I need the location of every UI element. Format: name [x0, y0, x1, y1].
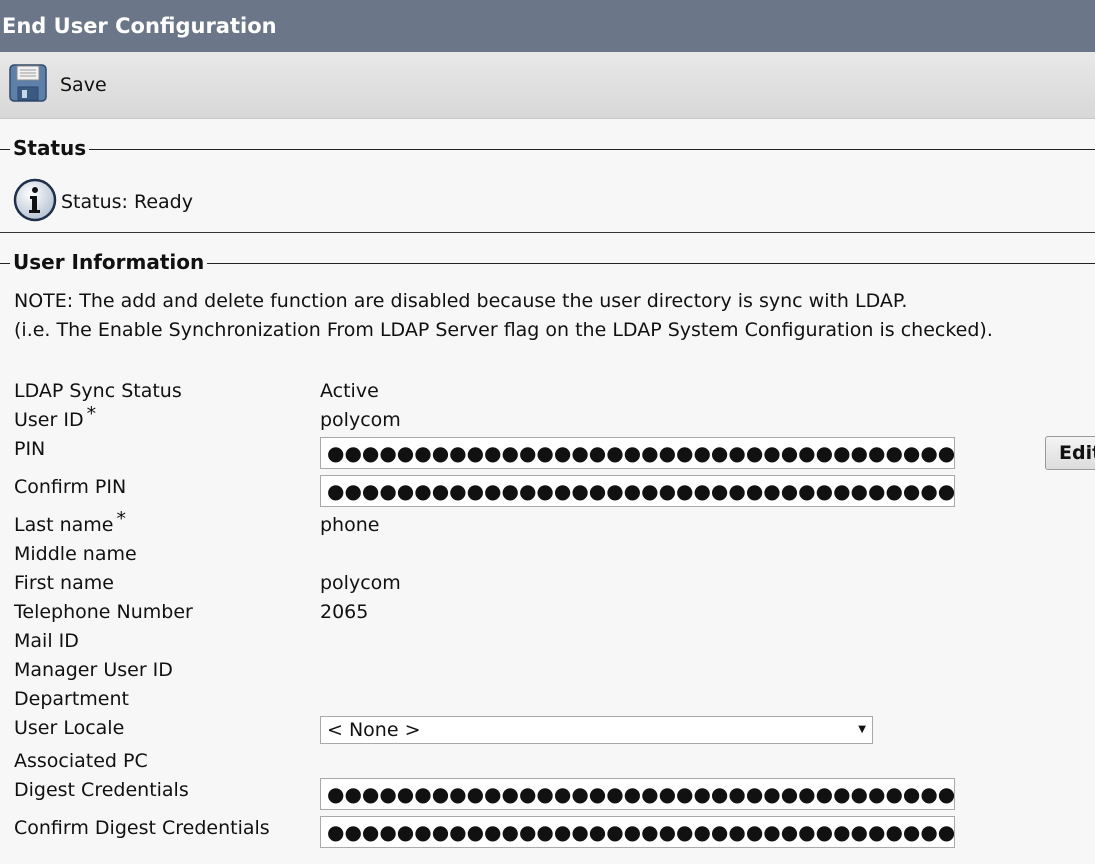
- last-name-value: phone: [320, 514, 380, 536]
- user-locale-label: User Locale: [14, 717, 125, 739]
- user-information-legend: User Information: [10, 250, 208, 274]
- digest-credentials-label: Digest Credentials: [14, 779, 189, 801]
- status-text: Status: Ready: [61, 191, 193, 213]
- required-marker: *: [86, 403, 97, 425]
- confirm-digest-credentials-label: Confirm Digest Credentials: [14, 817, 270, 839]
- user-locale-select[interactable]: < None > ▼: [320, 716, 873, 744]
- floppy-disk-icon: [8, 63, 48, 107]
- mail-id-label: Mail ID: [14, 630, 79, 652]
- first-name-label: First name: [14, 572, 114, 594]
- status-row: Status: Ready: [13, 178, 193, 226]
- page-title: End User Configuration: [0, 0, 1095, 52]
- status-section: Status: [0, 136, 1095, 161]
- user-id-label: User ID *: [14, 403, 97, 431]
- telephone-number-label: Telephone Number: [14, 601, 193, 623]
- confirm-digest-credentials-field[interactable]: ●●●●●●●●●●●●●●●●●●●●●●●●●●●●●●●●●●●●●●●●…: [320, 816, 955, 848]
- toolbar: Save: [0, 52, 1095, 119]
- section-separator: [0, 232, 1095, 233]
- pin-field[interactable]: ●●●●●●●●●●●●●●●●●●●●●●●●●●●●●●●●●●●●●●●●: [320, 437, 955, 469]
- first-name-value: polycom: [320, 572, 401, 594]
- ldap-note-line1: NOTE: The add and delete function are di…: [14, 290, 908, 312]
- ldap-note-line2: (i.e. The Enable Synchronization From LD…: [14, 319, 993, 341]
- required-marker: *: [116, 508, 127, 530]
- confirm-pin-field[interactable]: ●●●●●●●●●●●●●●●●●●●●●●●●●●●●●●●●●●●●●●●●: [320, 475, 955, 507]
- user-information-section: User Information: [0, 250, 1095, 275]
- ldap-sync-status-label: LDAP Sync Status: [14, 380, 182, 402]
- ldap-sync-status-value: Active: [320, 380, 379, 402]
- save-button-label: Save: [60, 74, 107, 96]
- pin-label: PIN: [14, 438, 46, 460]
- dropdown-arrow-icon: ▼: [858, 724, 866, 735]
- save-button[interactable]: Save: [8, 64, 107, 106]
- last-name-label: Last name *: [14, 508, 126, 536]
- user-id-value: polycom: [320, 409, 401, 431]
- user-locale-selected: < None >: [327, 719, 421, 741]
- edit-button[interactable]: Edit: [1045, 436, 1095, 470]
- status-divider: [0, 149, 1095, 150]
- middle-name-label: Middle name: [14, 543, 137, 565]
- status-legend: Status: [10, 136, 90, 160]
- digest-credentials-field[interactable]: ●●●●●●●●●●●●●●●●●●●●●●●●●●●●●●●●●●●●●●●●…: [320, 778, 955, 810]
- confirm-pin-label: Confirm PIN: [14, 476, 127, 498]
- department-label: Department: [14, 688, 129, 710]
- associated-pc-label: Associated PC: [14, 750, 148, 772]
- manager-user-id-label: Manager User ID: [14, 659, 173, 681]
- telephone-number-value: 2065: [320, 601, 369, 623]
- info-icon: [13, 178, 57, 226]
